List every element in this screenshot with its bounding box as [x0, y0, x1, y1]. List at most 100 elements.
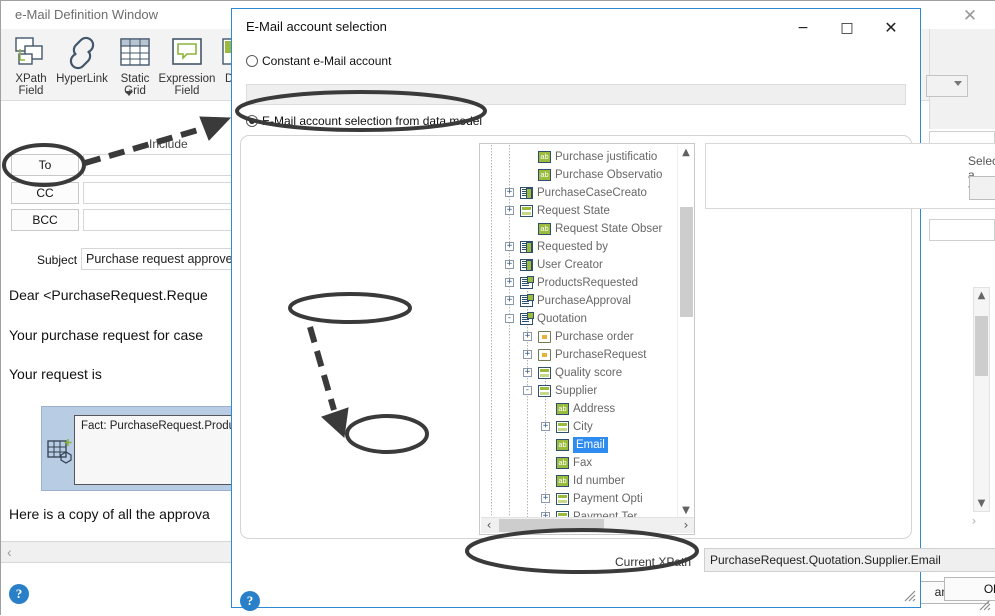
chevron-up-icon[interactable]: ▲	[678, 145, 694, 161]
tree-node-label: Purchase justificatio	[555, 151, 658, 163]
chevron-down-icon	[954, 81, 962, 86]
tree-node-label: Request State Obser	[555, 223, 663, 235]
help-icon[interactable]: ?	[240, 591, 260, 611]
grid-widget-caption: Fact: PurchaseRequest.Produc	[81, 420, 241, 432]
entity-icon	[520, 259, 533, 271]
body-line-3: Your request is	[9, 366, 102, 382]
document-icon	[520, 312, 534, 325]
expand-icon[interactable]: +	[541, 422, 550, 431]
expand-icon[interactable]: +	[505, 278, 514, 287]
tree-node-label: Quality score	[555, 367, 623, 379]
document-icon	[520, 276, 534, 289]
cc-button[interactable]: CC	[11, 182, 79, 204]
include-label: Include	[149, 137, 188, 151]
list-icon	[538, 367, 551, 379]
current-xpath-input[interactable]: PurchaseRequest.Quotation.Supplier.Email…	[704, 548, 995, 572]
background-vertical-scrollbar[interactable]: ▲ ▼	[973, 287, 990, 512]
scrollbar-thumb[interactable]	[680, 207, 693, 317]
tree-node-label: Fax	[573, 457, 593, 469]
tree-node-label: PurchaseCaseCreato	[537, 187, 647, 199]
tree-node-label: Purchase order	[555, 331, 634, 343]
expand-icon[interactable]: +	[523, 332, 532, 341]
option-constant-account-label: Constant e-Mail account	[262, 54, 392, 68]
ribbon-button-hyperlink[interactable]: HyperLink	[51, 33, 113, 99]
chevron-left-icon[interactable]: ‹	[7, 544, 12, 560]
option-data-model-label: E-Mail account selection from data model	[262, 114, 483, 128]
radio-icon[interactable]	[246, 115, 258, 127]
grid-widget-inner: Fact: PurchaseRequest.Produc	[74, 415, 245, 485]
attribute-text-icon: ab	[556, 475, 569, 487]
ribbon-button-expression-field[interactable]: Expression Field	[153, 33, 221, 99]
case-icon	[538, 349, 551, 361]
collapse-icon[interactable]: -	[505, 314, 514, 323]
tree-node-label: Supplier	[555, 385, 598, 397]
help-icon[interactable]: ?	[9, 584, 29, 604]
attribute-text-icon: ab	[556, 457, 569, 469]
option-constant-account[interactable]: Constant e-Mail account	[246, 54, 391, 68]
tree-node-label: Quotation	[537, 313, 587, 325]
tree-node-label: ProductsRequested	[537, 277, 639, 289]
ok-button[interactable]: Ok	[944, 577, 995, 601]
body-line-2: Your purchase request for case	[9, 327, 204, 343]
radio-icon[interactable]	[246, 55, 258, 67]
tree-node-label: User Creator	[537, 259, 603, 271]
expand-icon[interactable]: +	[523, 350, 532, 359]
expand-icon[interactable]: +	[523, 368, 532, 377]
entity-icon	[520, 187, 533, 199]
body-line-1: Dear <PurchaseRequest.Reque	[9, 287, 208, 303]
chevron-left-icon[interactable]: ‹	[481, 518, 497, 534]
expand-icon[interactable]: +	[505, 206, 514, 215]
tree-indent-guide	[491, 145, 492, 519]
option-data-model[interactable]: E-Mail account selection from data model	[246, 114, 482, 128]
tree-node-label: Address	[573, 403, 616, 415]
expand-icon[interactable]: +	[505, 188, 514, 197]
list-icon	[556, 421, 569, 433]
function-panel	[705, 143, 995, 209]
tree-horizontal-scrollbar[interactable]: ‹ ›	[481, 517, 694, 533]
tree-vertical-scrollbar[interactable]: ▲ ▼	[677, 145, 693, 519]
scrollbar-thumb[interactable]	[499, 519, 604, 532]
expand-icon[interactable]: +	[505, 242, 514, 251]
background-right-combo[interactable]	[926, 75, 968, 97]
tree-node-label: Id number	[573, 475, 625, 487]
data-model-tree[interactable]: ab Purchase justificatio ab Purchase Observ…	[479, 143, 695, 535]
chevron-right-icon[interactable]: ›	[678, 518, 694, 534]
close-icon[interactable]: ✕	[956, 4, 984, 28]
current-xpath-label: Current XPath	[615, 555, 692, 569]
expand-icon[interactable]: +	[505, 260, 514, 269]
chevron-up-icon[interactable]: ▲	[974, 288, 989, 303]
chevron-down-icon[interactable]	[125, 91, 133, 96]
ribbon-label-line2: Field	[174, 85, 200, 97]
list-icon	[520, 205, 533, 217]
chevron-down-icon[interactable]: ▼	[974, 496, 989, 511]
tree-node-label: PurchaseApproval	[537, 295, 631, 307]
hyperlink-icon	[51, 35, 113, 71]
collapse-icon[interactable]: -	[523, 386, 532, 395]
email-account-selection-dialog: E-Mail account selection − □ ✕ Constant …	[231, 8, 995, 611]
scrollbar-thumb[interactable]	[975, 316, 988, 376]
background-right-field-4[interactable]	[929, 219, 995, 241]
function-select[interactable]	[969, 176, 995, 200]
list-icon	[538, 385, 551, 397]
tree-indent-guide	[527, 291, 528, 519]
ribbon-label-line1: Expression	[158, 73, 216, 85]
expand-icon[interactable]: +	[505, 296, 514, 305]
maximize-icon[interactable]: □	[826, 15, 868, 41]
to-button[interactable]: To	[11, 154, 79, 176]
dialog-title: E-Mail account selection	[246, 19, 387, 34]
tree-node-label: Purchase Observatio	[555, 169, 663, 181]
expression-field-icon	[153, 35, 221, 71]
chevron-right-icon[interactable]: ›	[956, 513, 992, 529]
expand-icon[interactable]: +	[541, 494, 550, 503]
tree-indent-guide	[509, 145, 510, 519]
resize-grip-icon[interactable]	[902, 588, 916, 605]
close-icon[interactable]: ✕	[870, 15, 912, 41]
subject-label: Subject	[37, 253, 78, 267]
static-grid-widget[interactable]: Fact: PurchaseRequest.Produc	[41, 406, 246, 491]
grid-insert-icon	[46, 435, 76, 468]
minimize-icon[interactable]: −	[782, 15, 824, 41]
attribute-text-icon: ab	[556, 403, 569, 415]
tree-node-label: Request State	[537, 205, 610, 217]
constant-account-input[interactable]	[246, 84, 906, 105]
bcc-button[interactable]: BCC	[11, 209, 79, 231]
